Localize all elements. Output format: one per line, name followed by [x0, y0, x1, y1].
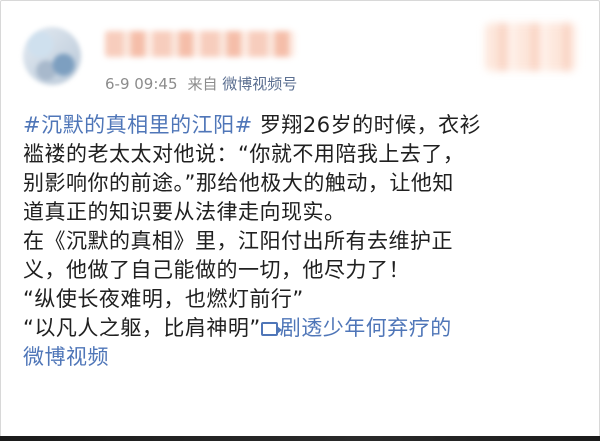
text-line: 微博视频	[23, 343, 585, 372]
post-text: #沉默的真相里的江阳# 罗翔26岁的时候，衣衫 褴褛的老太太对他说：“你就不用陪…	[23, 111, 585, 372]
text-line: 褴褛的老太太对他说：“你就不用陪我上去了，	[23, 142, 465, 166]
text-line: “纵使长夜难明，也燃灯前行”	[23, 287, 304, 311]
video-link-icon	[260, 322, 282, 336]
follow-button-blurred[interactable]	[485, 23, 577, 71]
media-preview-edge	[0, 436, 600, 441]
video-link-continued[interactable]: 微博视频	[23, 345, 109, 369]
text-line: 别影响你的前途。”那给他极大的触动，让他知	[23, 171, 454, 195]
avatar[interactable]	[23, 27, 81, 85]
post-source-link[interactable]: 微博视频号	[222, 75, 297, 93]
post-meta: 6-9 09:45 来自 微博视频号	[105, 73, 297, 94]
text-line: “以凡人之躯，比肩神明” 剧透少年何弃疗的	[23, 316, 452, 340]
hashtag-link[interactable]: #沉默的真相里的江阳#	[23, 113, 253, 137]
text-line: 道真正的知识要从法律走向现实。	[23, 200, 346, 224]
text-line: 义，他做了自己能做的一切，他尽力了！	[23, 258, 410, 282]
post-time: 6-9 09:45	[105, 75, 178, 93]
weibo-post-card: 6-9 09:45 来自 微博视频号 #沉默的真相里的江阳# 罗翔26岁的时候，衣…	[0, 0, 600, 441]
author-name-blurred[interactable]	[105, 31, 295, 57]
video-link[interactable]: 剧透少年何弃疗的	[260, 316, 452, 340]
source-prefix: 来自	[187, 75, 218, 93]
text-line: 在《沉默的真相》里，江阳付出所有去维护正	[23, 229, 453, 253]
text-line: #沉默的真相里的江阳# 罗翔26岁的时候，衣衫	[23, 113, 482, 137]
